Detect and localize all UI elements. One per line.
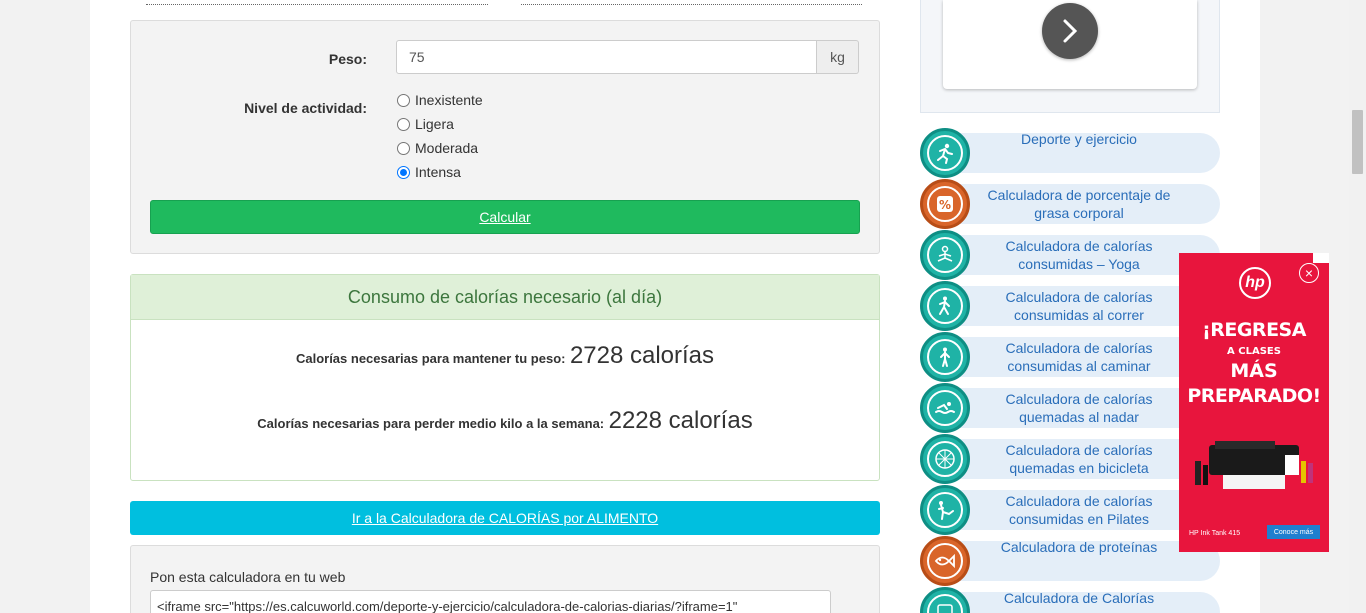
sidebar-item-label: Deporte y ejercicio bbox=[1021, 131, 1137, 147]
sidebar-item-deporte[interactable]: Deporte y ejercicio bbox=[920, 128, 1220, 178]
radio-moderada[interactable]: Moderada bbox=[397, 140, 478, 156]
scrollbar-thumb[interactable] bbox=[1352, 110, 1363, 174]
sidebar-item-label: Calculadora de calorías quemadas en bici… bbox=[1005, 442, 1153, 476]
sidebar-item-label: Calculadora de calorías consumidas en Pi… bbox=[1005, 493, 1153, 527]
close-icon[interactable]: × bbox=[1299, 263, 1319, 283]
kcal-icon bbox=[920, 587, 970, 613]
maintain-label: Calorías necesarias para mantener tu pes… bbox=[295, 351, 566, 366]
ad-headline-3: MÁS bbox=[1230, 360, 1278, 382]
sidebar-item-label: Calculadora de Calorías bbox=[1003, 590, 1155, 606]
radio-inexistente[interactable]: Inexistente bbox=[397, 92, 483, 108]
sidebar-item-bicicleta[interactable]: Calculadora de calorías quemadas en bici… bbox=[920, 434, 1220, 484]
maintain-row: Calorías necesarias para mantener tu pes… bbox=[131, 342, 879, 370]
hp-advertisement[interactable]: × hp ¡REGRESA A CLASES MÁS PREPARADO! HP… bbox=[1179, 253, 1329, 552]
walking-icon bbox=[920, 332, 970, 382]
embed-label: Pon esta calculadora en tu web bbox=[150, 569, 346, 585]
sidebar-item-label: Calculadora de calorías consumidas al ca… bbox=[1005, 340, 1153, 374]
svg-text:%: % bbox=[939, 198, 951, 212]
maintain-value: 2728 calorías bbox=[569, 342, 715, 369]
sidebar-item-proteinas[interactable]: Calculadora de proteínas bbox=[920, 536, 1220, 586]
peso-input[interactable] bbox=[396, 40, 817, 74]
sidebar-item-calorias[interactable]: Calculadora de Calorías bbox=[920, 587, 1220, 613]
sidebar-item-caminar[interactable]: Calculadora de calorías consumidas al ca… bbox=[920, 332, 1220, 382]
sidebar-item-label: Calculadora de calorías consumidas – Yog… bbox=[1005, 238, 1153, 272]
nivel-label: Nivel de actividad: bbox=[244, 100, 367, 116]
food-calculator-link[interactable]: Ir a la Calculadora de CALORÍAS por ALIM… bbox=[130, 501, 880, 535]
peso-input-group: kg bbox=[396, 40, 859, 74]
radio-label: Inexistente bbox=[415, 92, 483, 108]
chevron-right-icon bbox=[1063, 19, 1078, 43]
radio-ligera[interactable]: Ligera bbox=[397, 116, 454, 132]
ad-headline-2: A CLASES bbox=[1227, 346, 1281, 357]
vertical-scrollbar[interactable] bbox=[1349, 0, 1366, 613]
sidebar-item-label: Calculadora de calorías consumidas al co… bbox=[1005, 289, 1153, 323]
radio-button[interactable] bbox=[397, 141, 410, 155]
results-title: Consumo de calorías necesario (al día) bbox=[131, 275, 879, 320]
percent-icon: % bbox=[920, 179, 970, 229]
running-icon bbox=[920, 281, 970, 331]
radio-button[interactable] bbox=[397, 93, 410, 107]
sidebar-item-correr[interactable]: Calculadora de calorías consumidas al co… bbox=[920, 281, 1220, 331]
pilates-icon bbox=[920, 485, 970, 535]
yoga-icon bbox=[920, 230, 970, 280]
radio-button[interactable] bbox=[397, 117, 410, 131]
ad-headline-1: ¡REGRESA bbox=[1202, 319, 1306, 341]
sidebar-item-nadar[interactable]: Calculadora de calorías quemadas al nada… bbox=[920, 383, 1220, 433]
ad-cta-button[interactable]: Conoce más bbox=[1267, 525, 1320, 539]
swimming-icon bbox=[920, 383, 970, 433]
carousel-next-button[interactable] bbox=[1042, 3, 1098, 59]
embed-code-field[interactable]: <iframe src="https://es.calcuworld.com/d… bbox=[150, 590, 831, 613]
sidebar-item-label: Calculadora de porcentaje de grasa corpo… bbox=[987, 187, 1171, 221]
ad-choices-icon[interactable] bbox=[1313, 253, 1329, 263]
sidebar-item-pilates[interactable]: Calculadora de calorías consumidas en Pi… bbox=[920, 485, 1220, 535]
radio-label: Moderada bbox=[415, 140, 479, 156]
radio-label: Ligera bbox=[415, 116, 454, 132]
sidebar-item-label: Calculadora de calorías quemadas al nada… bbox=[1005, 391, 1153, 425]
hp-logo: hp bbox=[1239, 267, 1271, 299]
lose-label: Calorías necesarias para perder medio ki… bbox=[257, 416, 605, 431]
peso-unit: kg bbox=[817, 40, 859, 74]
radio-button-selected[interactable] bbox=[397, 165, 410, 179]
lose-row: Calorías necesarias para perder medio ki… bbox=[131, 407, 879, 435]
ad-product-name: HP Ink Tank 415 bbox=[1189, 530, 1241, 537]
sidebar-item-label: Calculadora de proteínas bbox=[1000, 539, 1158, 555]
sidebar-item-grasa[interactable]: % Calculadora de porcentaje de grasa cor… bbox=[920, 179, 1220, 229]
sidebar-item-yoga[interactable]: Calculadora de calorías consumidas – Yog… bbox=[920, 230, 1220, 280]
calcular-button[interactable]: Calcular bbox=[150, 200, 860, 234]
radio-intensa[interactable]: Intensa bbox=[397, 164, 461, 180]
results-panel: Consumo de calorías necesario (al día) C… bbox=[130, 274, 880, 481]
runner-icon bbox=[920, 128, 970, 178]
bicycle-wheel-icon bbox=[920, 434, 970, 484]
lose-value: 2228 calorías bbox=[608, 407, 753, 434]
ad-headline-4: PREPARADO! bbox=[1187, 385, 1321, 407]
printer-icon bbox=[1195, 441, 1313, 489]
radio-label: Intensa bbox=[415, 164, 461, 180]
fish-icon bbox=[920, 536, 970, 586]
peso-label: Peso: bbox=[328, 51, 367, 67]
